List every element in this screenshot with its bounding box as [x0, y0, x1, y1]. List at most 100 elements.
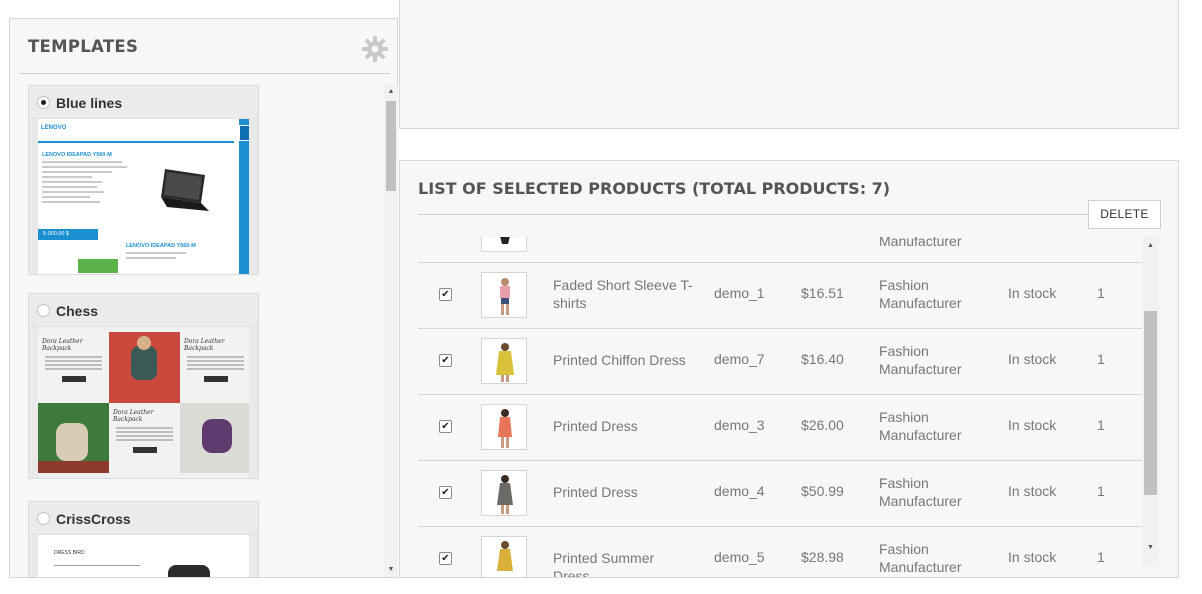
selected-products-panel: LIST OF SELECTED PRODUCTS (TOTAL PRODUCT…	[399, 160, 1179, 578]
preview-text-lines	[42, 161, 132, 206]
templates-header: TEMPLATES	[20, 19, 390, 74]
products-title: LIST OF SELECTED PRODUCTS (TOTAL PRODUCT…	[418, 179, 891, 198]
scroll-down-arrow-icon[interactable]: ▼	[1142, 543, 1159, 553]
product-image	[481, 404, 527, 450]
product-image	[481, 536, 527, 577]
template-preview-crisscross[interactable]: DRESS BIRD	[38, 535, 249, 577]
product-quantity: 1	[1097, 483, 1105, 499]
product-quantity: 1	[1097, 417, 1105, 433]
template-preview-chess[interactable]: Dora Leather Backpack Dora Leather Backp…	[38, 327, 249, 478]
template-card-crisscross[interactable]: CrissCross DRESS BIRD	[28, 501, 259, 577]
templates-title: TEMPLATES	[28, 37, 139, 56]
chess-grid: Dora Leather Backpack Dora Leather Backp…	[38, 332, 249, 473]
scrollbar-thumb[interactable]	[386, 101, 396, 191]
product-reference: demo_7	[714, 351, 765, 367]
preview-text-lines-2	[126, 252, 186, 262]
product-image	[481, 272, 527, 318]
chess-image-cell	[109, 332, 180, 403]
template-name: CrissCross	[56, 511, 131, 527]
product-price: $16.51	[801, 285, 844, 301]
product-stock: In stock	[1008, 351, 1057, 367]
preview-title: DRESS BIRD	[54, 550, 85, 556]
table-row[interactable]: ✔ Printed Dress demo_4 $50.99 Fashion Ma…	[418, 461, 1142, 527]
row-checkbox[interactable]: ✔	[439, 552, 452, 565]
template-card-chess[interactable]: Chess Dora Leather Backpack Dora Leather…	[28, 293, 259, 479]
product-stock: In stock	[1008, 417, 1057, 433]
template-card-blue-lines[interactable]: Blue lines LENOVO LENOVO IDEAPAD Y560-M	[28, 85, 259, 275]
divider	[418, 214, 1160, 215]
table-row[interactable]: ✔ Printed Chiffon Dress demo_7 $16.40 Fa…	[418, 329, 1142, 395]
product-quantity: 1	[1097, 549, 1105, 565]
preview-price: 5 000.00 $	[38, 229, 98, 240]
template-radio-chess[interactable]	[37, 304, 50, 317]
table-row[interactable]: ✔ Faded Short Sleeve T-shirts demo_1 $16…	[418, 263, 1142, 329]
products-scrollbar[interactable]: ▲ ▼	[1142, 237, 1159, 567]
template-preview-blue-lines[interactable]: LENOVO LENOVO IDEAPAD Y560-M 5 000.00 $ …	[38, 119, 249, 274]
preview-shirt-image	[168, 565, 210, 577]
product-price: $16.40	[801, 351, 844, 367]
product-quantity: 1	[1097, 285, 1105, 301]
template-name: Chess	[56, 303, 99, 319]
row-checkbox[interactable]: ✔	[439, 288, 452, 301]
chess-text-cell: Dora Leather Backpack	[38, 332, 109, 403]
product-price: $50.99	[801, 483, 844, 499]
product-reference: demo_4	[714, 483, 765, 499]
product-manufacturer: Fashion Manufacturer	[879, 409, 962, 443]
scroll-up-arrow-icon[interactable]: ▲	[1142, 241, 1159, 251]
chess-image-cell	[180, 402, 249, 473]
template-card-header: Chess	[29, 294, 258, 327]
manufacturer-cell: Manufacturer	[879, 237, 962, 246]
preview-heading: LENOVO IDEAPAD Y560-M	[42, 152, 112, 158]
product-stock: In stock	[1008, 549, 1057, 565]
preview-laptop-image	[161, 169, 209, 211]
scrollbar-thumb[interactable]	[1144, 311, 1157, 495]
table-row[interactable]: ✔ Printed Dress demo_3 $26.00 Fashion Ma…	[418, 395, 1142, 461]
template-list: Blue lines LENOVO LENOVO IDEAPAD Y560-M	[10, 85, 384, 577]
product-manufacturer: Fashion Manufacturer	[879, 277, 962, 311]
preview-heading-2: LENOVO IDEAPAD Y560-M	[126, 243, 196, 249]
product-quantity: 1	[1097, 351, 1105, 367]
template-radio-blue-lines[interactable]	[37, 96, 50, 109]
preview-thumbnail	[78, 259, 118, 273]
product-name: Printed Summer Dress	[553, 550, 655, 578]
scroll-up-arrow-icon[interactable]: ▲	[384, 87, 398, 97]
template-card-header: Blue lines	[29, 86, 258, 119]
product-price: $26.00	[801, 417, 844, 433]
row-checkbox[interactable]: ✔	[439, 354, 452, 367]
table-row[interactable]: Manufacturer	[418, 237, 1142, 263]
product-manufacturer: Fashion Manufacturer	[879, 541, 962, 573]
product-image	[481, 470, 527, 516]
table-row[interactable]: ✔ Printed Summer Dress demo_5 $28.98 Fas…	[418, 527, 1142, 578]
preview-brand: LENOVO	[41, 125, 67, 131]
row-checkbox[interactable]: ✔	[439, 420, 452, 433]
gear-icon[interactable]	[361, 35, 389, 63]
preview-side-bar	[239, 119, 249, 274]
template-radio-crisscross[interactable]	[37, 512, 50, 525]
product-manufacturer: Fashion Manufacturer	[879, 343, 962, 377]
product-reference: demo_5	[714, 549, 765, 565]
chess-text-cell: Dora Leather Backpack	[180, 332, 249, 403]
template-name: Blue lines	[56, 95, 123, 111]
chess-image-cell	[38, 402, 109, 473]
product-image	[481, 338, 527, 384]
preview-divider	[54, 565, 140, 566]
templates-scrollbar[interactable]: ▲ ▼	[384, 85, 398, 577]
product-name: Printed Chiffon Dress	[553, 352, 686, 368]
product-name: Printed Dress	[553, 418, 638, 434]
templates-panel: TEMPLATES Blue lines LENOVO LENOVO IDEAP…	[9, 18, 398, 578]
product-reference: demo_1	[714, 285, 765, 301]
template-card-header: CrissCross	[29, 502, 258, 535]
product-name: Printed Dress	[553, 484, 638, 500]
chess-text-cell: Dora Leather Backpack	[109, 402, 180, 473]
preview-panel	[399, 0, 1179, 129]
row-checkbox[interactable]: ✔	[439, 486, 452, 499]
product-stock: In stock	[1008, 483, 1057, 499]
product-manufacturer: Fashion Manufacturer	[879, 475, 962, 509]
products-table: Manufacturer ✔ Faded Short Sleeve T-shir…	[418, 237, 1142, 578]
product-price: $28.98	[801, 549, 844, 565]
scroll-down-arrow-icon[interactable]: ▼	[384, 565, 398, 575]
product-image	[481, 237, 527, 252]
preview-divider	[38, 141, 234, 143]
delete-button[interactable]: DELETE	[1088, 200, 1161, 229]
product-name: Faded Short Sleeve T-shirts	[553, 277, 693, 311]
